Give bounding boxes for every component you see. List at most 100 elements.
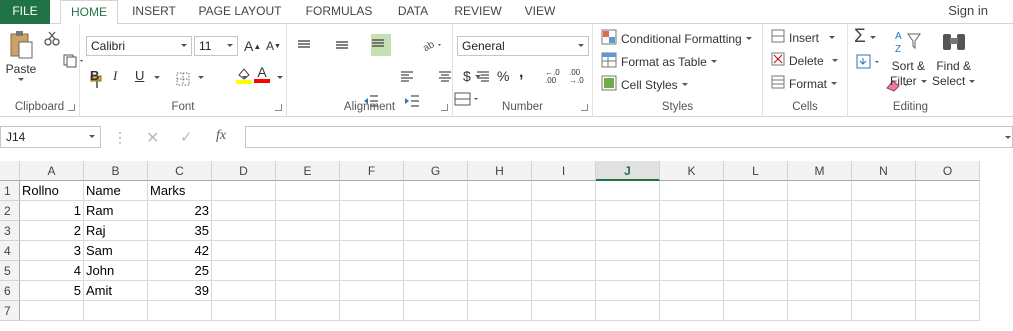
- cell-l5[interactable]: [724, 261, 788, 281]
- chevron-down-icon[interactable]: [198, 76, 204, 79]
- cell-e2[interactable]: [276, 201, 340, 221]
- cell-m2[interactable]: [788, 201, 852, 221]
- cell-e7[interactable]: [276, 301, 340, 321]
- cell-f7[interactable]: [340, 301, 404, 321]
- row-header-1[interactable]: 1: [0, 181, 20, 201]
- column-header-l[interactable]: L: [724, 161, 788, 181]
- column-header-n[interactable]: N: [852, 161, 916, 181]
- row-header-7[interactable]: 7: [0, 301, 20, 321]
- cell-m5[interactable]: [788, 261, 852, 281]
- cell-k5[interactable]: [660, 261, 724, 281]
- cell-e1[interactable]: [276, 181, 340, 201]
- currency-button[interactable]: $: [463, 68, 481, 84]
- cell-a5[interactable]: 4: [20, 261, 84, 281]
- increase-decimal-button[interactable]: ←.0 .00: [545, 69, 567, 85]
- chevron-down-icon[interactable]: [242, 76, 248, 79]
- conditional-formatting-button[interactable]: Conditional Formatting: [601, 29, 752, 48]
- bold-button[interactable]: B: [90, 68, 99, 83]
- fill-icon[interactable]: [856, 54, 882, 73]
- cell-c3[interactable]: 35: [148, 221, 212, 241]
- cell-o2[interactable]: [916, 201, 980, 221]
- align-left-icon[interactable]: [400, 70, 414, 87]
- column-header-b[interactable]: B: [84, 161, 148, 181]
- cell-m7[interactable]: [788, 301, 852, 321]
- cell-l3[interactable]: [724, 221, 788, 241]
- cell-f1[interactable]: [340, 181, 404, 201]
- cell-c5[interactable]: 25: [148, 261, 212, 281]
- column-header-o[interactable]: O: [916, 161, 980, 181]
- cell-i1[interactable]: [532, 181, 596, 201]
- cell-g4[interactable]: [404, 241, 468, 261]
- cell-o6[interactable]: [916, 281, 980, 301]
- delete-cells-button[interactable]: Delete: [771, 52, 838, 69]
- cell-l4[interactable]: [724, 241, 788, 261]
- cell-h5[interactable]: [468, 261, 532, 281]
- cell-g5[interactable]: [404, 261, 468, 281]
- cell-a3[interactable]: 2: [20, 221, 84, 241]
- cell-d1[interactable]: [212, 181, 276, 201]
- italic-button[interactable]: I: [113, 68, 117, 84]
- cell-k2[interactable]: [660, 201, 724, 221]
- tab-insert[interactable]: INSERT: [124, 0, 184, 24]
- insert-function-button[interactable]: fx: [216, 128, 226, 144]
- top-align-icon[interactable]: [297, 38, 311, 55]
- cell-f6[interactable]: [340, 281, 404, 301]
- dialog-launcher-icon[interactable]: [68, 104, 75, 111]
- orientation-icon[interactable]: ab: [421, 38, 445, 55]
- cell-a1[interactable]: Rollno: [20, 181, 84, 201]
- column-header-k[interactable]: K: [660, 161, 724, 181]
- column-header-e[interactable]: E: [276, 161, 340, 181]
- cell-i7[interactable]: [532, 301, 596, 321]
- cell-f5[interactable]: [340, 261, 404, 281]
- grow-font-button[interactable]: A ▲: [244, 38, 261, 54]
- enter-check-icon[interactable]: ✓: [180, 128, 193, 146]
- font-name-combo[interactable]: Calibri: [86, 36, 192, 56]
- format-as-table-button[interactable]: Format as Table: [601, 52, 717, 71]
- tab-view[interactable]: VIEW: [516, 0, 564, 24]
- cell-k1[interactable]: [660, 181, 724, 201]
- tab-page-layout[interactable]: PAGE LAYOUT: [192, 0, 288, 24]
- column-header-f[interactable]: F: [340, 161, 404, 181]
- more-options-icon[interactable]: ⋮: [113, 129, 127, 146]
- cell-n1[interactable]: [852, 181, 916, 201]
- column-header-i[interactable]: I: [532, 161, 596, 181]
- cell-a6[interactable]: 5: [20, 281, 84, 301]
- cell-h1[interactable]: [468, 181, 532, 201]
- cell-j7[interactable]: [596, 301, 660, 321]
- cell-m6[interactable]: [788, 281, 852, 301]
- cell-j1[interactable]: [596, 181, 660, 201]
- cell-j5[interactable]: [596, 261, 660, 281]
- cell-o3[interactable]: [916, 221, 980, 241]
- cell-k4[interactable]: [660, 241, 724, 261]
- cell-d2[interactable]: [212, 201, 276, 221]
- shrink-font-button[interactable]: A ▼: [266, 39, 281, 53]
- middle-align-icon[interactable]: [335, 38, 349, 55]
- cell-j3[interactable]: [596, 221, 660, 241]
- cell-n6[interactable]: [852, 281, 916, 301]
- insert-cells-button[interactable]: Insert: [771, 29, 836, 46]
- select-all-corner[interactable]: [0, 161, 20, 181]
- cell-n3[interactable]: [852, 221, 916, 241]
- cell-b3[interactable]: Raj: [84, 221, 148, 241]
- cell-j2[interactable]: [596, 201, 660, 221]
- find-select-button[interactable]: Find & Select: [932, 28, 976, 89]
- cell-b5[interactable]: John: [84, 261, 148, 281]
- sign-in-link[interactable]: Sign in: [948, 3, 988, 18]
- cell-d3[interactable]: [212, 221, 276, 241]
- cell-i5[interactable]: [532, 261, 596, 281]
- cell-o7[interactable]: [916, 301, 980, 321]
- tab-data[interactable]: DATA: [388, 0, 438, 24]
- cell-g2[interactable]: [404, 201, 468, 221]
- paste-button[interactable]: Paste: [4, 30, 38, 81]
- underline-button[interactable]: U: [135, 68, 144, 83]
- decrease-decimal-button[interactable]: .00 →.0: [569, 69, 591, 85]
- cell-o5[interactable]: [916, 261, 980, 281]
- column-header-c[interactable]: C: [148, 161, 212, 181]
- row-header-6[interactable]: 6: [0, 281, 20, 301]
- cell-l1[interactable]: [724, 181, 788, 201]
- column-header-a[interactable]: A: [20, 161, 84, 181]
- column-header-d[interactable]: D: [212, 161, 276, 181]
- cell-h3[interactable]: [468, 221, 532, 241]
- cell-e6[interactable]: [276, 281, 340, 301]
- cell-b2[interactable]: Ram: [84, 201, 148, 221]
